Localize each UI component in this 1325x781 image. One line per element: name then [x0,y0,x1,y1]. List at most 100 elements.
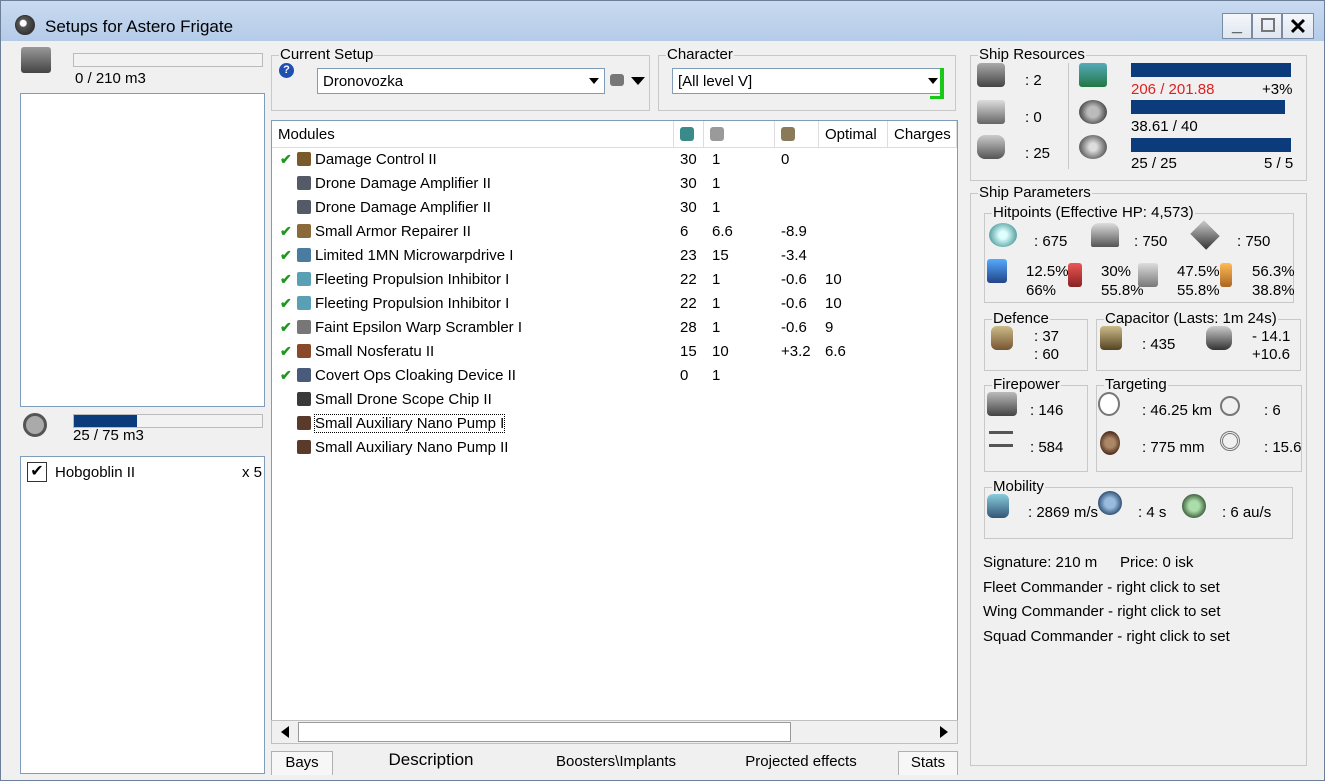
modules-table[interactable]: Modules Optimal Charges ✔ Damage Control … [271,120,958,744]
active-check-icon[interactable]: ✔ [280,271,292,288]
cargo-list[interactable] [20,93,265,407]
active-check-icon[interactable]: ✔ [280,247,292,264]
cpu-icon [1079,63,1107,87]
module-row[interactable]: Small Drone Scope Chip II [272,388,957,412]
module-row[interactable]: Drone Damage Amplifier II 30 1 [272,172,957,196]
defence-label: Defence [992,310,1050,327]
character-status-indicator [940,68,944,99]
module-capacitor: 0 [781,151,790,168]
minimize-button[interactable]: _ [1222,13,1252,39]
drone-list[interactable]: ✔ Hobgoblin II x 5 [20,456,265,774]
title-bar[interactable]: Setups for Astero Frigate _ ✕ [1,1,1324,41]
fleet-commander[interactable]: Fleet Commander - right click to set [983,579,1220,596]
module-row[interactable]: ✔ Damage Control II 30 1 0 [272,148,957,172]
module-optimal: 10 [825,295,842,312]
calibration-value: : 25 [1025,145,1051,162]
squad-commander[interactable]: Squad Commander - right click to set [983,628,1230,645]
module-cpu: 0 [680,367,689,384]
module-power: 1 [712,319,721,336]
wing-commander[interactable]: Wing Commander - right click to set [983,603,1221,620]
em-resist-shield: 12.5% [1026,263,1069,280]
column-header-modules[interactable]: Modules [272,121,674,148]
drone-quantity: x 5 [241,464,262,481]
active-check-icon[interactable]: ✔ [280,223,292,240]
explosive-resist-armor: 38.8% [1252,282,1295,299]
signature-text: Signature: 210 m [983,554,1098,571]
tab-description[interactable]: Description [371,748,491,772]
active-check-icon[interactable]: ✔ [280,367,292,384]
signature-radius: : 775 mm [1142,439,1205,456]
scroll-left-button[interactable] [274,723,296,741]
active-check-icon[interactable]: ✔ [280,343,292,360]
powergrid-usage: 38.61 / 40 [1131,118,1198,135]
module-name: Limited 1MN Microwarpdrive I [315,247,514,264]
module-power: 1 [712,271,721,288]
column-header-capacitor[interactable] [775,121,819,148]
module-capacitor: -0.6 [781,319,807,336]
column-header-charges[interactable]: Charges [888,121,957,148]
module-row[interactable]: ✔ Fleeting Propulsion Inhibitor I 22 1 -0.6 1… [272,292,957,316]
firepower-label: Firepower [992,376,1061,393]
module-icon [297,176,311,190]
module-row[interactable]: ✔ Covert Ops Cloaking Device II 0 1 [272,364,957,388]
maximize-button[interactable] [1252,13,1282,39]
setup-select[interactable]: Dronovozka [317,68,605,94]
module-name: Covert Ops Cloaking Device II [315,367,516,384]
tab-bays[interactable]: Bays [271,751,333,775]
column-header-cpu[interactable] [674,121,704,148]
horizontal-scrollbar[interactable] [271,720,958,744]
drone-checkbox[interactable]: ✔ [27,462,47,482]
drone-list-item[interactable]: ✔ Hobgoblin II x 5 [27,462,262,484]
module-row[interactable]: ✔ Small Nosferatu II 15 10 +3.2 6.6 [272,340,957,364]
cpu-usage: 206 / 201.88 [1131,81,1215,98]
signature-radius-icon [1100,431,1120,455]
module-icon [297,392,311,406]
character-select[interactable]: [All level V] [672,68,944,94]
drone-bay-bar-fill [74,415,137,427]
active-check-icon[interactable]: ✔ [280,151,292,168]
active-check-icon[interactable]: ✔ [280,319,292,336]
character-select-value: [All level V] [678,73,753,90]
scrollbar-thumb[interactable] [298,722,791,742]
cargo-bay-icon [21,47,51,73]
module-row[interactable]: Small Auxiliary Nano Pump II [272,436,957,460]
price-text: Price: 0 isk [1120,554,1194,571]
explosive-resist-shield: 56.3% [1252,263,1295,280]
module-power: 1 [712,295,721,312]
tab-stats[interactable]: Stats [898,751,958,775]
module-name: Drone Damage Amplifier II [315,199,491,216]
character-label: Character [666,46,734,63]
close-button[interactable]: ✕ [1282,13,1314,39]
module-row[interactable]: Drone Damage Amplifier II 30 1 [272,196,957,220]
module-icon [297,296,311,310]
module-row[interactable]: ✔ Fleeting Propulsion Inhibitor I 22 1 -0.6 1… [272,268,957,292]
setup-menu-dropdown[interactable] [629,70,649,92]
module-name: Small Nosferatu II [315,343,435,360]
column-header-optimal[interactable]: Optimal [819,121,888,148]
setup-select-value: Dronovozka [323,73,404,90]
module-cpu: 22 [680,271,697,288]
chevron-down-icon[interactable] [585,70,603,92]
help-icon[interactable]: ? [279,63,294,78]
scroll-right-button[interactable] [933,723,955,741]
module-row[interactable]: ✔ Small Armor Repairer II 6 6.6 -8.9 [272,220,957,244]
module-cpu: 22 [680,295,697,312]
em-resist-icon [987,259,1007,283]
defence-top: : 37 [1034,328,1060,345]
modules-table-header: Modules Optimal Charges [272,121,957,148]
launcher-hardpoint-icon [977,100,1005,124]
setup-tools-icon[interactable] [607,70,627,90]
tab-projected-effects[interactable]: Projected effects [731,751,871,775]
scan-resolution: : 15.6 [1264,439,1302,456]
active-check-icon[interactable]: ✔ [280,295,292,312]
firepower-dps: : 146 [1030,402,1064,419]
kinetic-resist-armor: 55.8% [1177,282,1220,299]
ship-resources-label: Ship Resources [978,46,1086,63]
column-header-power[interactable] [704,121,775,148]
module-row[interactable]: ✔ Limited 1MN Microwarpdrive I 23 15 -3.4 [272,244,957,268]
module-row[interactable]: Small Auxiliary Nano Pump I [272,412,957,436]
module-capacitor: -0.6 [781,271,807,288]
cpu-bar [1131,63,1291,77]
module-row[interactable]: ✔ Faint Epsilon Warp Scrambler I 28 1 -0.6 9 [272,316,957,340]
tab-boosters-implants[interactable]: Boosters\Implants [541,751,691,775]
